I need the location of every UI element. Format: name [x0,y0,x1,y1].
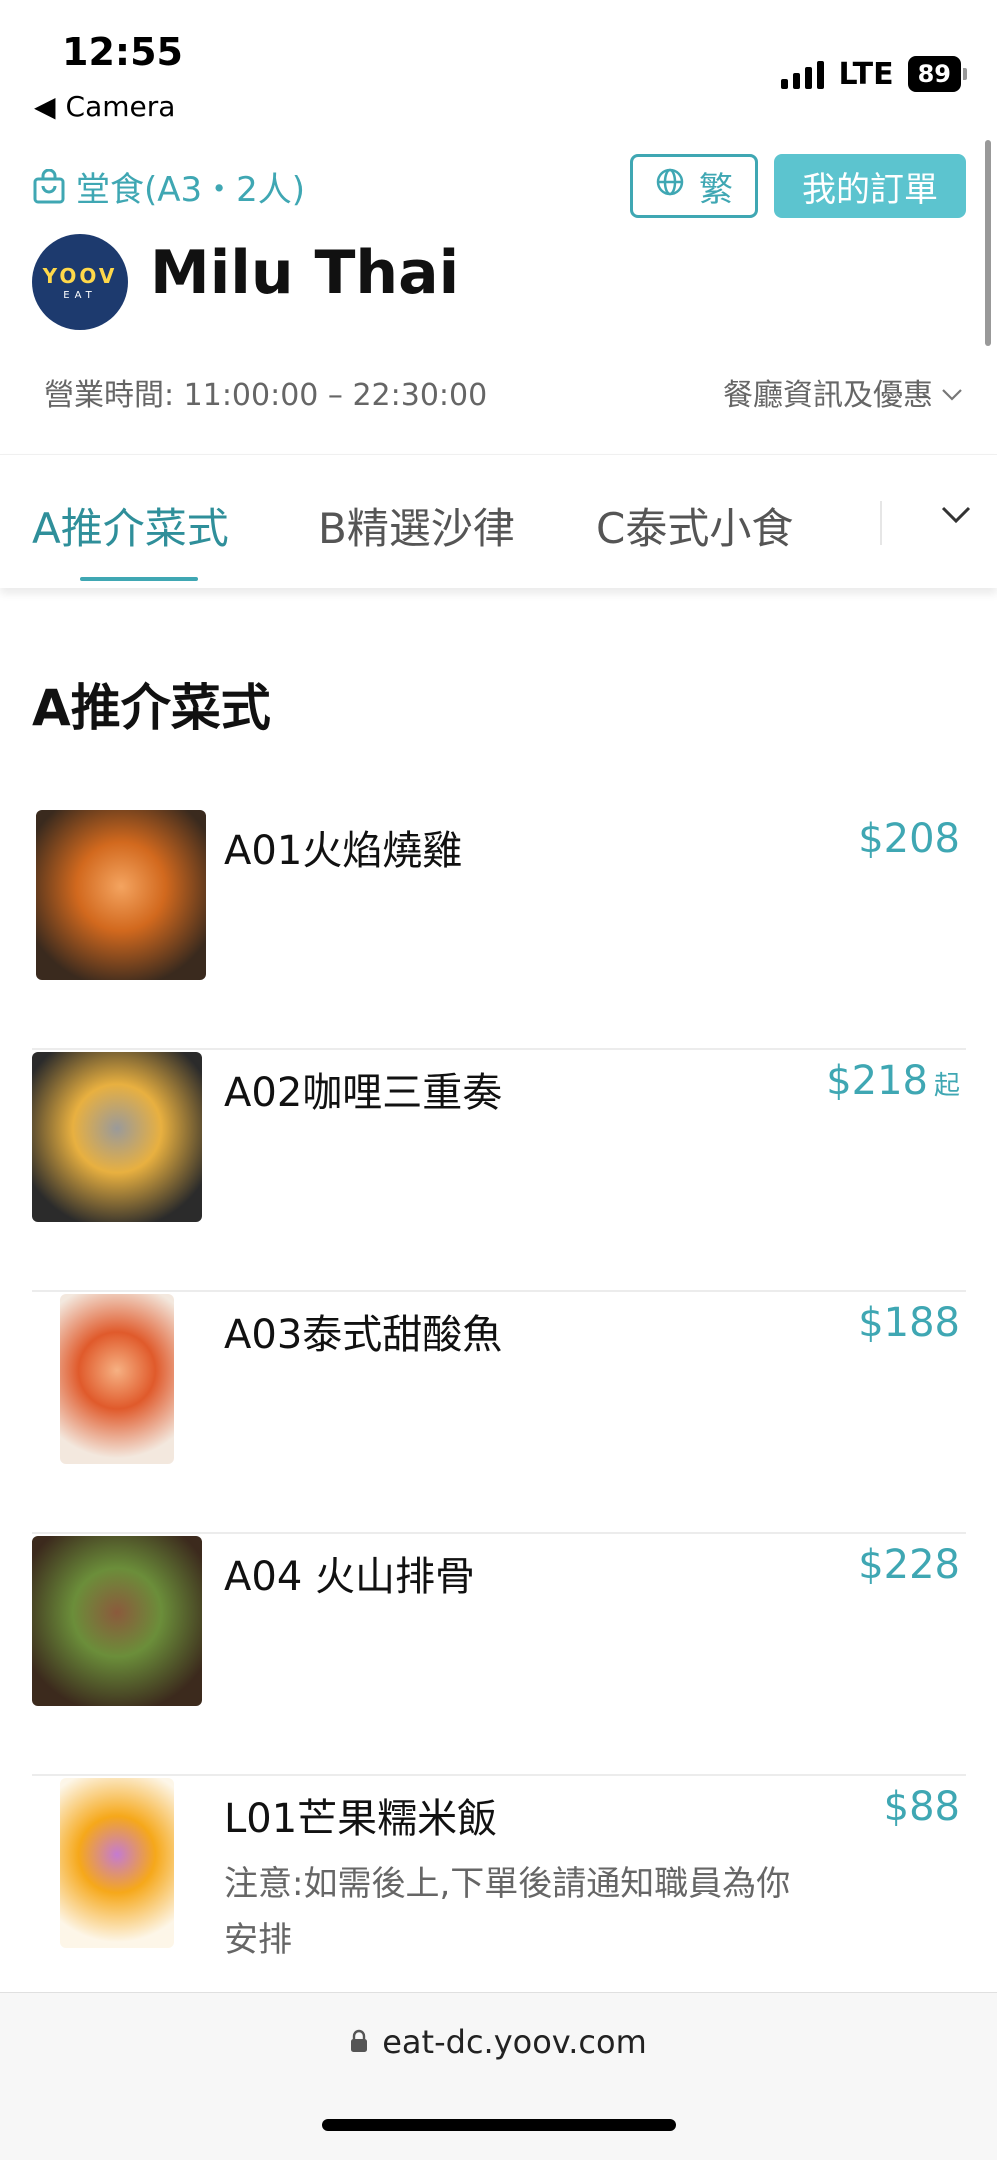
category-tab-bar: A推介菜式 B精選沙律 C泰式小食 [0,454,997,588]
tab-thai-snacks[interactable]: C泰式小食 [596,495,793,556]
my-orders-button[interactable]: 我的訂單 [774,154,966,218]
dish-price: $228 [858,1542,960,1588]
logo-text-top: YOOV [42,263,118,288]
price-value: $188 [858,1300,960,1346]
menu-item[interactable]: A02咖哩三重奏 $218 起 [32,1052,966,1292]
status-time: 12:55 [62,30,183,74]
dish-price: $88 [884,1784,960,1830]
dine-in-info[interactable]: 堂食(A3・2人) [32,162,305,211]
chevron-down-icon [941,375,963,410]
menu-item[interactable]: A03泰式甜酸魚 $188 [32,1294,966,1534]
shopping-bag-icon [32,168,66,205]
dish-image [36,810,206,980]
dish-name: A04 火山排骨 [224,1554,475,1600]
home-indicator[interactable] [322,2119,676,2131]
item-divider [32,1290,966,1292]
url-display[interactable]: eat-dc.yoov.com [0,2023,997,2061]
price-value: $88 [883,1784,960,1830]
tab-divider [880,501,882,545]
language-label: 繁 [699,169,733,210]
network-type: LTE [838,56,894,92]
active-tab-indicator [80,577,198,581]
price-value: $228 [858,1542,960,1588]
battery-level: 89 [907,56,961,92]
dish-name: A03泰式甜酸魚 [224,1312,503,1358]
dish-image [60,1294,174,1464]
restaurant-info-link[interactable]: 餐廳資訊及優惠 [723,370,963,414]
dish-name: A01火焰燒雞 [224,828,463,874]
back-label: Camera [65,90,176,123]
dish-image [32,1052,202,1222]
section-title: A推介菜式 [32,679,271,737]
tab-salads[interactable]: B精選沙律 [318,495,515,556]
battery-icon: 89 [907,56,967,92]
dish-name: L01芒果糯米飯 [224,1796,498,1842]
dish-image [32,1536,202,1706]
price-from-suffix: 起 [933,1071,960,1101]
price-value: $218 [826,1058,928,1104]
logo-text-bottom: EAT [63,289,97,301]
dish-note: 注意:如需後上,下單後請通知職員為你安排 [224,1864,791,1960]
status-indicators: LTE 89 [781,56,967,92]
expand-categories-chevron-icon[interactable] [940,505,972,529]
url-text: eat-dc.yoov.com [382,2023,647,2061]
globe-icon [655,166,685,206]
restaurant-info-label: 餐廳資訊及優惠 [723,378,933,413]
menu-item[interactable]: L01芒果糯米飯 $88 注意:如需後上,下單後請通知職員為你安排 [32,1778,966,1992]
dine-in-label: 堂食(A3・2人) [76,170,306,210]
cellular-signal-icon [781,59,825,89]
item-divider [32,1774,966,1776]
item-divider [32,1048,966,1050]
opening-hours: 營業時間: 11:00:00 – 22:30:00 [44,378,488,413]
tab-recommended[interactable]: A推介菜式 [32,495,229,556]
dish-price: $208 [858,816,960,862]
page-scrollbar[interactable] [985,140,991,346]
back-arrow-icon: ◀ [34,90,56,123]
item-divider [32,1532,966,1534]
dish-image [60,1778,174,1948]
dish-name: A02咖哩三重奏 [224,1070,503,1116]
price-value: $208 [858,816,960,862]
dish-price: $218 起 [826,1058,960,1104]
back-to-camera-link[interactable]: ◀ Camera [34,90,175,123]
menu-item[interactable]: A01火焰燒雞 $208 [32,810,966,1050]
restaurant-name: Milu Thai [150,238,460,308]
menu-item[interactable]: A04 火山排骨 $228 [32,1536,966,1776]
restaurant-logo: YOOV EAT [32,234,128,330]
browser-address-bar[interactable]: eat-dc.yoov.com [0,1992,997,2160]
dish-price: $188 [858,1300,960,1346]
language-button[interactable]: 繁 [630,154,758,218]
lock-icon [350,2023,368,2061]
